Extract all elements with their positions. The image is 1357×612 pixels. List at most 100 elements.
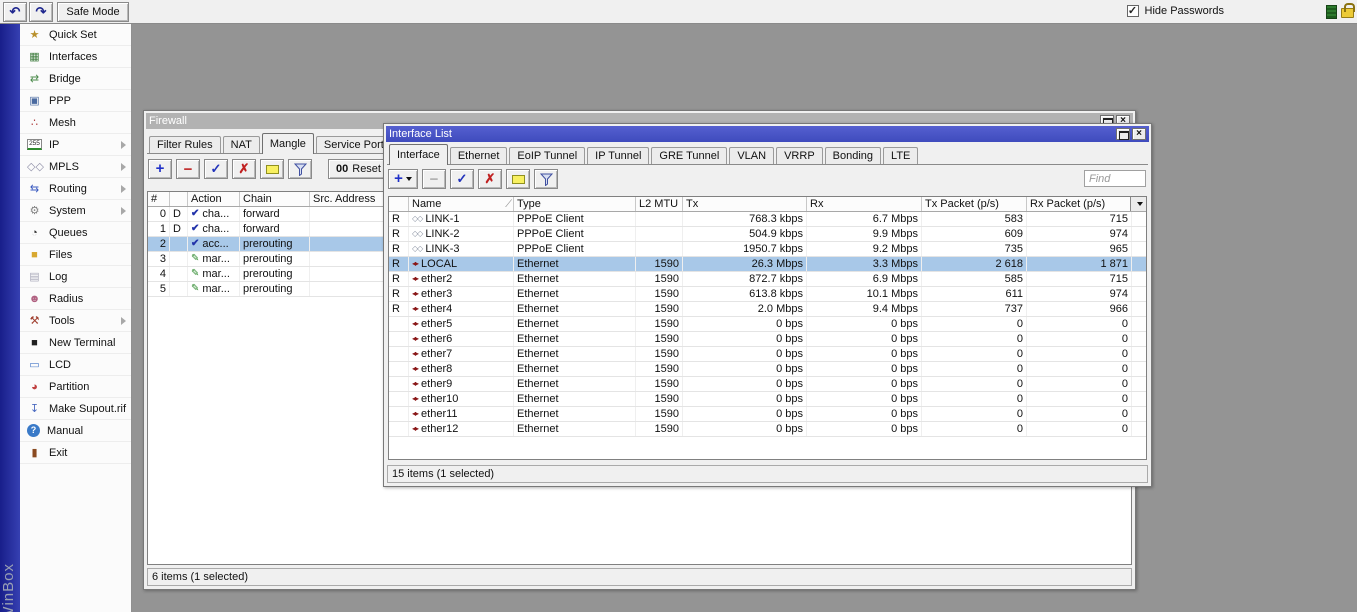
rule-src-address [310, 207, 384, 221]
interface-name: ◂▸ether10 [409, 392, 514, 406]
sidebar-item-log[interactable]: ▤Log [20, 266, 131, 288]
sidebar-item-lcd[interactable]: ▭LCD [20, 354, 131, 376]
sidebar-item-partition[interactable]: ◕Partition [20, 376, 131, 398]
firewall-tab-mangle[interactable]: Mangle [262, 133, 314, 154]
minus-icon: − [430, 171, 439, 188]
sidebar-item-files[interactable]: ■Files [20, 244, 131, 266]
interface-column-header[interactable]: Type [514, 197, 636, 211]
sidebar-item-ppp[interactable]: ▣PPP [20, 90, 131, 112]
undo-button[interactable]: ↶ [3, 2, 27, 22]
sidebar-item-routing[interactable]: ⇆Routing [20, 178, 131, 200]
sidebar-item-manual[interactable]: ?Manual [20, 420, 131, 442]
firewall-column-header[interactable]: # [148, 192, 170, 206]
rule-action: ✎mar... [188, 267, 240, 281]
safe-mode-button[interactable]: Safe Mode [57, 2, 129, 22]
firewall-column-header[interactable] [170, 192, 188, 206]
interface-row[interactable]: ◂▸ether9Ethernet15900 bps0 bps00 [389, 377, 1146, 392]
add-interface-button[interactable]: + [388, 169, 418, 189]
sidebar-item-quick-set[interactable]: ★Quick Set [20, 24, 131, 46]
interface-tx-packet: 0 [922, 362, 1027, 376]
interface-row[interactable]: ◂▸ether10Ethernet15900 bps0 bps00 [389, 392, 1146, 407]
interface-column-header[interactable]: Tx Packet (p/s) [922, 197, 1027, 211]
interface-row[interactable]: R◇◇LINK-3PPPoE Client1950.7 kbps9.2 Mbps… [389, 242, 1146, 257]
firewall-column-header[interactable]: Src. Address [310, 192, 384, 206]
interface-tab-ethernet[interactable]: Ethernet [450, 147, 508, 164]
interface-row[interactable]: ◂▸ether8Ethernet15900 bps0 bps00 [389, 362, 1146, 377]
redo-icon: ↷ [36, 4, 47, 19]
column-chooser-button[interactable] [1130, 197, 1146, 211]
action-check-icon: ✔ [191, 207, 199, 221]
interface-tab-interface[interactable]: Interface [389, 144, 448, 165]
interface-column-header[interactable]: Rx [807, 197, 922, 211]
interface-row[interactable]: ◂▸ether11Ethernet15900 bps0 bps00 [389, 407, 1146, 422]
interface-rx: 0 bps [807, 317, 922, 331]
interface-l2mtu: 1590 [636, 347, 683, 361]
interface-tab-vrrp[interactable]: VRRP [776, 147, 823, 164]
sidebar-item-make-supout-rif[interactable]: ↧Make Supout.rif [20, 398, 131, 420]
comment-button[interactable] [506, 169, 530, 189]
sidebar-item-exit[interactable]: ▮Exit [20, 442, 131, 464]
rule-action: ✎mar... [188, 252, 240, 266]
find-input[interactable] [1084, 170, 1146, 187]
sidebar-item-new-terminal[interactable]: ■New Terminal [20, 332, 131, 354]
interface-tab-eoip-tunnel[interactable]: EoIP Tunnel [509, 147, 585, 164]
interface-row[interactable]: R◇◇LINK-2PPPoE Client504.9 kbps9.9 Mbps6… [389, 227, 1146, 242]
terminal-icon: ■ [27, 337, 42, 349]
interface-list-maximize-button[interactable] [1116, 128, 1130, 140]
interface-list-close-button[interactable]: × [1132, 128, 1146, 140]
filter-button[interactable] [288, 159, 312, 179]
enable-interface-button[interactable]: ✓ [450, 169, 474, 189]
interface-tx-packet: 737 [922, 302, 1027, 316]
sidebar-item-bridge[interactable]: ⇄Bridge [20, 68, 131, 90]
sidebar-item-interfaces[interactable]: ▦Interfaces [20, 46, 131, 68]
winbox-vertical-label: WinBox [0, 563, 20, 612]
sidebar-item-label: LCD [49, 359, 71, 371]
sidebar-item-ip[interactable]: 255IP [20, 134, 131, 156]
firewall-tab-filter-rules[interactable]: Filter Rules [149, 136, 221, 153]
remove-interface-button[interactable]: − [422, 169, 446, 189]
interface-row[interactable]: R◂▸ether3Ethernet1590613.8 kbps10.1 Mbps… [389, 287, 1146, 302]
interface-column-header[interactable]: L2 MTU [636, 197, 683, 211]
sidebar-item-queues[interactable]: ◔Queues [20, 222, 131, 244]
redo-button[interactable]: ↷ [29, 2, 53, 22]
interface-row[interactable]: ◂▸ether12Ethernet15900 bps0 bps00 [389, 422, 1146, 437]
firewall-column-header[interactable]: Action [188, 192, 240, 206]
interface-column-header[interactable]: Rx Packet (p/s) [1027, 197, 1132, 211]
add-rule-button[interactable]: + [148, 159, 172, 179]
firewall-tab-nat[interactable]: NAT [223, 136, 260, 153]
sidebar-item-radius[interactable]: ☻Radius [20, 288, 131, 310]
rule-flag [170, 282, 188, 296]
interface-row[interactable]: ◂▸ether7Ethernet15900 bps0 bps00 [389, 347, 1146, 362]
interface-row[interactable]: R◂▸LOCALEthernet159026.3 Mbps3.3 Mbps2 6… [389, 257, 1146, 272]
interface-row[interactable]: ◂▸ether6Ethernet15900 bps0 bps00 [389, 332, 1146, 347]
interface-tab-vlan[interactable]: VLAN [729, 147, 774, 164]
interface-column-header[interactable]: Tx [683, 197, 807, 211]
filter-button[interactable] [534, 169, 558, 189]
interface-name: ◇◇LINK-1 [409, 212, 514, 226]
sidebar-item-mpls[interactable]: ◇◇MPLS [20, 156, 131, 178]
interface-tab-gre-tunnel[interactable]: GRE Tunnel [651, 147, 727, 164]
interface-column-header[interactable] [389, 197, 409, 211]
sidebar-item-mesh[interactable]: ∴Mesh [20, 112, 131, 134]
check-icon: ✓ [211, 161, 222, 177]
remove-rule-button[interactable]: − [176, 159, 200, 179]
interface-list-titlebar[interactable]: Interface List × [386, 126, 1149, 142]
firewall-column-header[interactable]: Chain [240, 192, 310, 206]
enable-rule-button[interactable]: ✓ [204, 159, 228, 179]
disable-interface-button[interactable]: ✗ [478, 169, 502, 189]
interface-name-label: ether11 [421, 407, 458, 421]
interface-tab-ip-tunnel[interactable]: IP Tunnel [587, 147, 649, 164]
interface-tab-bonding[interactable]: Bonding [825, 147, 881, 164]
interface-tab-lte[interactable]: LTE [883, 147, 918, 164]
interface-row[interactable]: R◂▸ether4Ethernet15902.0 Mbps9.4 Mbps737… [389, 302, 1146, 317]
interface-row[interactable]: R◂▸ether2Ethernet1590872.7 kbps6.9 Mbps5… [389, 272, 1146, 287]
interface-column-header[interactable]: Name∕ [409, 197, 514, 211]
comment-button[interactable] [260, 159, 284, 179]
hide-passwords-checkbox[interactable]: ✓ [1127, 5, 1139, 17]
disable-rule-button[interactable]: ✗ [232, 159, 256, 179]
interface-row[interactable]: ◂▸ether5Ethernet15900 bps0 bps00 [389, 317, 1146, 332]
sidebar-item-system[interactable]: ⚙System [20, 200, 131, 222]
interface-row[interactable]: R◇◇LINK-1PPPoE Client768.3 kbps6.7 Mbps5… [389, 212, 1146, 227]
reset-zeros-label: 00 [336, 163, 348, 175]
sidebar-item-tools[interactable]: ⚒Tools [20, 310, 131, 332]
